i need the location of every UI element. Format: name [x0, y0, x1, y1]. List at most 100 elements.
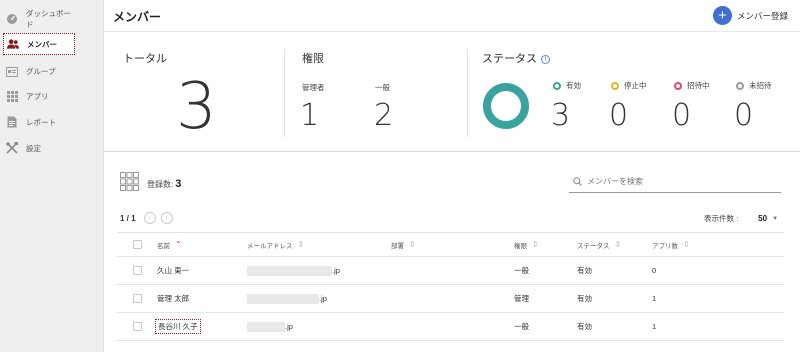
sidebar-item-group[interactable]: グループ	[3, 60, 75, 82]
table-header-row: 名前 ⌃ メールアドレス ⇕ 部署 ⇕ 権限 ⇕ ステータス ⇕ アプリ数 ⇕	[117, 232, 784, 257]
column-label: ステータス	[577, 242, 610, 250]
settings-tools-icon	[6, 142, 18, 154]
caret-down-icon: ▼	[772, 215, 779, 222]
registered-label: 登録数:	[147, 180, 174, 189]
plus-icon: +	[713, 6, 732, 25]
member-role: 管理	[514, 294, 529, 303]
email-domain: .jp	[319, 294, 327, 303]
invited-dot-icon	[674, 81, 682, 90]
select-all-cell	[133, 233, 142, 256]
member-name-text[interactable]: 長谷川 久子	[155, 319, 201, 334]
member-name[interactable]: 管理 太郎	[157, 285, 189, 312]
status-invited-value: 0	[672, 98, 692, 133]
row-checkbox[interactable]	[133, 294, 142, 303]
uninvited-dot-icon	[736, 81, 744, 90]
prev-page-button[interactable]: ‹	[143, 212, 156, 224]
column-label: 名前	[157, 242, 170, 250]
status-uninvited-label: 未招待	[736, 80, 772, 91]
row-checkbox[interactable]	[133, 266, 142, 275]
registered-value: 3	[175, 178, 182, 190]
column-label: 部署	[391, 242, 404, 250]
member-role: 一般	[514, 266, 529, 275]
status-label-text: 招待中	[687, 81, 710, 90]
page-header: メンバー + メンバー登録	[104, 0, 800, 32]
status-heading-text: ステータス	[482, 53, 537, 65]
email-domain: .jp	[285, 322, 293, 331]
stats-panel: トータル 3 権限 管理者 1 一般 2 ステータス i 有効 停止中 招待中 未…	[104, 32, 800, 152]
row-checkbox[interactable]	[133, 322, 142, 331]
table-row[interactable]: 久山 東一 .jp 一般 有効 0	[117, 257, 784, 285]
member-search[interactable]	[569, 171, 781, 193]
member-status: 有効	[577, 266, 592, 275]
suspended-dot-icon	[611, 81, 619, 90]
status-heading: ステータス i	[482, 50, 550, 66]
column-label: アプリ数	[652, 242, 678, 250]
sidebar-item-settings[interactable]: 設定	[3, 137, 75, 159]
per-page-value[interactable]: 50	[758, 214, 767, 223]
status-label-text: 未招待	[749, 81, 772, 90]
column-label: 権限	[514, 242, 527, 250]
sidebar-item-members[interactable]: メンバー	[3, 33, 75, 55]
sidebar-item-label: グループ	[26, 66, 56, 76]
divider	[284, 49, 285, 137]
sidebar-item-label: アプリ	[26, 91, 49, 101]
sidebar-item-label: 設定	[26, 143, 41, 153]
active-dot-icon	[553, 81, 561, 90]
admin-value: 1	[300, 98, 320, 133]
column-header-email[interactable]: メールアドレス ⇕	[247, 233, 304, 256]
sidebar-item-apps[interactable]: アプリ	[3, 85, 75, 107]
member-name[interactable]: 長谷川 久子	[155, 313, 201, 340]
sidebar-item-label: メンバー	[27, 39, 57, 49]
email-domain: .jp	[332, 266, 340, 275]
sort-icon: ⇕	[614, 240, 622, 249]
status-suspended-label: 停止中	[611, 80, 647, 91]
column-header-status[interactable]: ステータス ⇕	[577, 233, 621, 256]
table-row[interactable]: 管理 太郎 .jp 管理 有効 1	[117, 285, 784, 313]
redacted-block	[247, 321, 285, 332]
select-all-checkbox[interactable]	[133, 240, 142, 249]
per-page-label: 表示件数 :	[704, 214, 739, 223]
member-email: .jp	[247, 313, 293, 340]
add-member-label: メンバー登録	[737, 10, 789, 21]
members-icon	[7, 38, 19, 50]
total-value: 3	[176, 70, 217, 144]
pagination: 1 / 1 ‹ ›	[120, 212, 173, 224]
sidebar-item-report[interactable]: レポート	[3, 111, 75, 133]
status-active-value: 3	[551, 98, 571, 133]
sort-icon: ⇕	[683, 240, 690, 249]
column-header-app-count[interactable]: アプリ数 ⇕	[652, 233, 690, 256]
per-page-select[interactable]: 表示件数 : 50 ▼	[704, 213, 778, 224]
page-indicator: 1 / 1	[120, 213, 136, 223]
general-value: 2	[374, 98, 394, 133]
sidebar: ダッシュボード メンバー グループ アプリ レポート 設定	[0, 0, 104, 352]
status-invited-label: 招待中	[674, 80, 710, 91]
sidebar-item-dashboard[interactable]: ダッシュボード	[3, 8, 75, 30]
redacted-block	[247, 265, 332, 276]
member-email: .jp	[247, 285, 327, 312]
redacted-block	[247, 293, 319, 304]
sidebar-item-label: レポート	[26, 117, 56, 127]
search-input[interactable]	[587, 177, 767, 186]
apps-grid-icon	[6, 90, 18, 102]
dashboard-icon	[6, 13, 18, 25]
info-icon[interactable]: i	[541, 54, 550, 64]
column-header-dept[interactable]: 部署 ⇕	[391, 233, 416, 256]
roles-heading: 権限	[302, 53, 324, 65]
sort-icon: ⇕	[409, 240, 416, 249]
member-name[interactable]: 久山 東一	[157, 257, 189, 284]
member-email: .jp	[247, 257, 340, 284]
report-icon	[6, 116, 18, 128]
table-row[interactable]: 長谷川 久子 .jp 一般 有効 1	[117, 313, 784, 341]
status-ring-chart	[483, 83, 529, 129]
status-ring-active	[483, 83, 529, 129]
member-status: 有効	[577, 294, 592, 303]
grid-view-icon[interactable]	[120, 172, 139, 191]
next-page-button[interactable]: ›	[160, 212, 173, 224]
column-header-role[interactable]: 権限 ⇕	[514, 233, 539, 256]
sort-asc-icon: ⌃	[175, 240, 182, 249]
sort-icon: ⇕	[297, 240, 305, 249]
member-status: 有効	[577, 322, 592, 331]
page-title: メンバー	[113, 10, 162, 24]
column-header-name[interactable]: 名前 ⌃	[157, 233, 182, 256]
add-member-button[interactable]: + メンバー登録	[713, 6, 788, 25]
